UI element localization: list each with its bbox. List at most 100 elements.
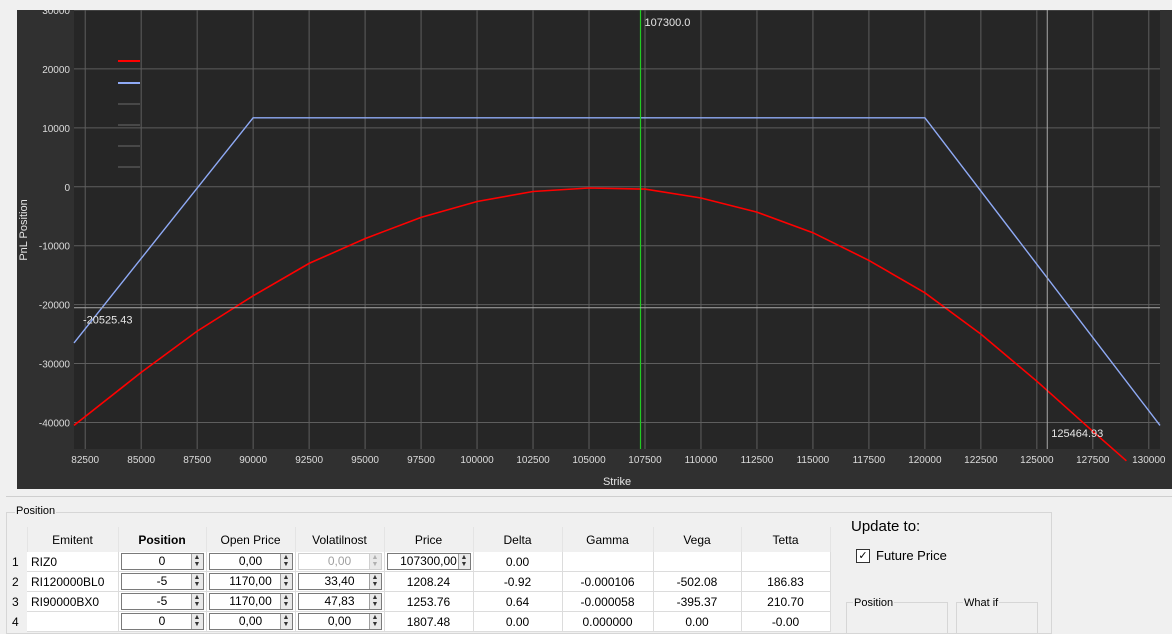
open-price-spinbox[interactable]: 1170,00 ▲ ▼: [208, 573, 293, 590]
position-cell: -5 ▲ ▼: [118, 591, 207, 612]
volatility-spinbox[interactable]: 47,83 ▲ ▼: [297, 593, 382, 610]
emitent-cell: [27, 611, 119, 632]
delta-cell: 0.00: [473, 611, 563, 632]
x-tick-label: 107500: [628, 455, 662, 466]
x-tick-label: 117500: [853, 455, 886, 466]
plot-area: [74, 10, 1160, 449]
column-header-emitent[interactable]: Emitent: [27, 527, 119, 552]
open-price-spinbox[interactable]: 0,00 ▲ ▼: [208, 553, 293, 570]
x-tick-label: 92500: [295, 455, 323, 466]
x-tick-label: 90000: [239, 455, 267, 466]
pnl-chart[interactable]: 82500 85000 87500 90000 92500 95000 97500 10000…: [17, 10, 1172, 489]
x-tick-label: 125000: [1020, 455, 1054, 466]
x-tick-label: 115000: [797, 455, 830, 466]
volatility-cell: 33,40 ▲ ▼: [295, 571, 385, 592]
position-table: Emitent Position Open Price Volatilnost …: [7, 527, 831, 632]
table-row[interactable]: 2 RI120000BL0 -5 ▲ ▼ 1170,00 ▲ ▼ 33,40 ▲ ▼ 1208.24-…: [7, 571, 831, 592]
price-cell: 107300,00 ▲ ▼: [384, 552, 474, 572]
price-cell: 1807.48: [384, 611, 474, 632]
open-price-cell: 0,00 ▲ ▼: [206, 611, 296, 632]
what-if-subgroup: What if: [956, 597, 1038, 634]
x-tick-label: 130000: [1132, 455, 1166, 466]
future-price-checkbox[interactable]: ✓ Future Price: [856, 548, 947, 563]
volatility-spinbox: 0,00 ▲ ▼: [297, 553, 382, 570]
position-cell: -5 ▲ ▼: [118, 571, 207, 592]
cursor-y-label: -20525.43: [83, 315, 133, 327]
spin-arrows-icon[interactable]: ▲ ▼: [368, 574, 381, 589]
x-tick-label: 122500: [964, 455, 998, 466]
emitent-cell: RI120000BL0: [27, 571, 119, 592]
spin-arrows-icon[interactable]: ▲ ▼: [279, 574, 292, 589]
spin-arrows-icon[interactable]: ▲ ▼: [279, 614, 292, 629]
update-to-title: Update to:: [851, 518, 921, 535]
price-cell: 1253.76: [384, 591, 474, 612]
spin-arrows-icon[interactable]: ▲ ▼: [190, 574, 203, 589]
table-row[interactable]: 4 0 ▲ ▼ 0,00 ▲ ▼ 0,00 ▲ ▼ 1807.48 0.00 0.000000 0.00-…: [7, 611, 831, 632]
column-header-vega[interactable]: Vega: [653, 527, 742, 552]
volatility-value: 0,00: [327, 554, 352, 568]
y-tick-label: -20000: [39, 301, 71, 312]
column-header-price[interactable]: Price: [384, 527, 474, 552]
column-header-open-price[interactable]: Open Price: [206, 527, 296, 552]
cursor-x-label: 107300.0: [645, 17, 691, 29]
spin-arrows-icon[interactable]: ▲ ▼: [279, 594, 292, 609]
table-row[interactable]: 3 RI90000BX0 -5 ▲ ▼ 1170,00 ▲ ▼ 47,83 ▲ ▼ 1253.76 0.…: [7, 591, 831, 612]
open-price-value: 1170,00: [229, 574, 272, 588]
x-tick-label: 100000: [460, 455, 494, 466]
spin-arrows-icon[interactable]: ▲ ▼: [368, 594, 381, 609]
spin-arrows-icon[interactable]: ▲ ▼: [457, 554, 470, 569]
position-value: 0: [158, 554, 166, 568]
open-price-spinbox[interactable]: 0,00 ▲ ▼: [208, 613, 293, 630]
volatility-value: 0,00: [327, 614, 352, 628]
gamma-cell: -0.000106: [562, 571, 654, 592]
column-header-delta[interactable]: Delta: [473, 527, 563, 552]
rownum-header: [7, 527, 28, 552]
y-tick-label: 30000: [42, 10, 70, 17]
checkbox-check-icon[interactable]: ✓: [856, 548, 870, 563]
x-tick-label: 120000: [908, 455, 942, 466]
gamma-cell: -0.000058: [562, 591, 654, 612]
spin-arrows-icon[interactable]: ▲ ▼: [190, 554, 203, 569]
column-header-volatility[interactable]: Volatilnost: [295, 527, 385, 552]
volatility-spinbox[interactable]: 33,40 ▲ ▼: [297, 573, 382, 590]
column-header-tetta[interactable]: Tetta: [741, 527, 831, 552]
x-tick-label: 85000: [127, 455, 155, 466]
table-row[interactable]: 1 RIZ0 0 ▲ ▼ 0,00 ▲ ▼ 0,00 ▲ ▼ 107300,00 ▲ ▼ 0.00: [7, 552, 831, 572]
position-value: -5: [156, 574, 168, 588]
row-number: 1: [7, 552, 27, 572]
tetta-cell: 210.70: [741, 591, 831, 612]
delta-cell: 0.64: [473, 591, 563, 612]
position-value: -5: [156, 594, 168, 608]
position-grid[interactable]: Emitent Position Open Price Volatilnost …: [7, 527, 837, 632]
spin-arrows-icon[interactable]: ▲ ▼: [190, 594, 203, 609]
tetta-cell: -0.00: [741, 611, 831, 632]
position-spinbox[interactable]: 0 ▲ ▼: [120, 613, 204, 630]
volatility-spinbox[interactable]: 0,00 ▲ ▼: [297, 613, 382, 630]
y-tick-label: -40000: [39, 418, 71, 429]
volatility-cell: 0,00 ▲ ▼: [295, 611, 385, 632]
position-spinbox[interactable]: -5 ▲ ▼: [120, 573, 204, 590]
price-value: 107300,00: [400, 554, 457, 568]
delta-cell: 0.00: [473, 552, 563, 572]
open-price-spinbox[interactable]: 1170,00 ▲ ▼: [208, 593, 293, 610]
volatility-cell: 47,83 ▲ ▼: [295, 591, 385, 612]
price-spinbox[interactable]: 107300,00 ▲ ▼: [386, 553, 471, 570]
vega-cell: [653, 552, 742, 572]
row-number: 3: [7, 591, 27, 612]
column-header-position[interactable]: Position: [118, 527, 207, 552]
cursor-x2-label: 125464.93: [1051, 428, 1103, 440]
column-header-gamma[interactable]: Gamma: [562, 527, 654, 552]
spin-arrows-icon[interactable]: ▲ ▼: [190, 614, 203, 629]
x-tick-label: 102500: [516, 455, 550, 466]
row-number: 2: [7, 571, 27, 592]
pnl-chart-svg: 82500 85000 87500 90000 92500 95000 97500 10000…: [18, 10, 1166, 488]
position-cell: 0 ▲ ▼: [118, 611, 207, 632]
open-price-cell: 1170,00 ▲ ▼: [206, 571, 296, 592]
price-cell: 1208.24: [384, 571, 474, 592]
delta-cell: -0.92: [473, 571, 563, 592]
row-number: 4: [7, 611, 27, 632]
spin-arrows-icon[interactable]: ▲ ▼: [279, 554, 292, 569]
spin-arrows-icon[interactable]: ▲ ▼: [368, 614, 381, 629]
position-spinbox[interactable]: 0 ▲ ▼: [120, 553, 204, 570]
position-spinbox[interactable]: -5 ▲ ▼: [120, 593, 204, 610]
